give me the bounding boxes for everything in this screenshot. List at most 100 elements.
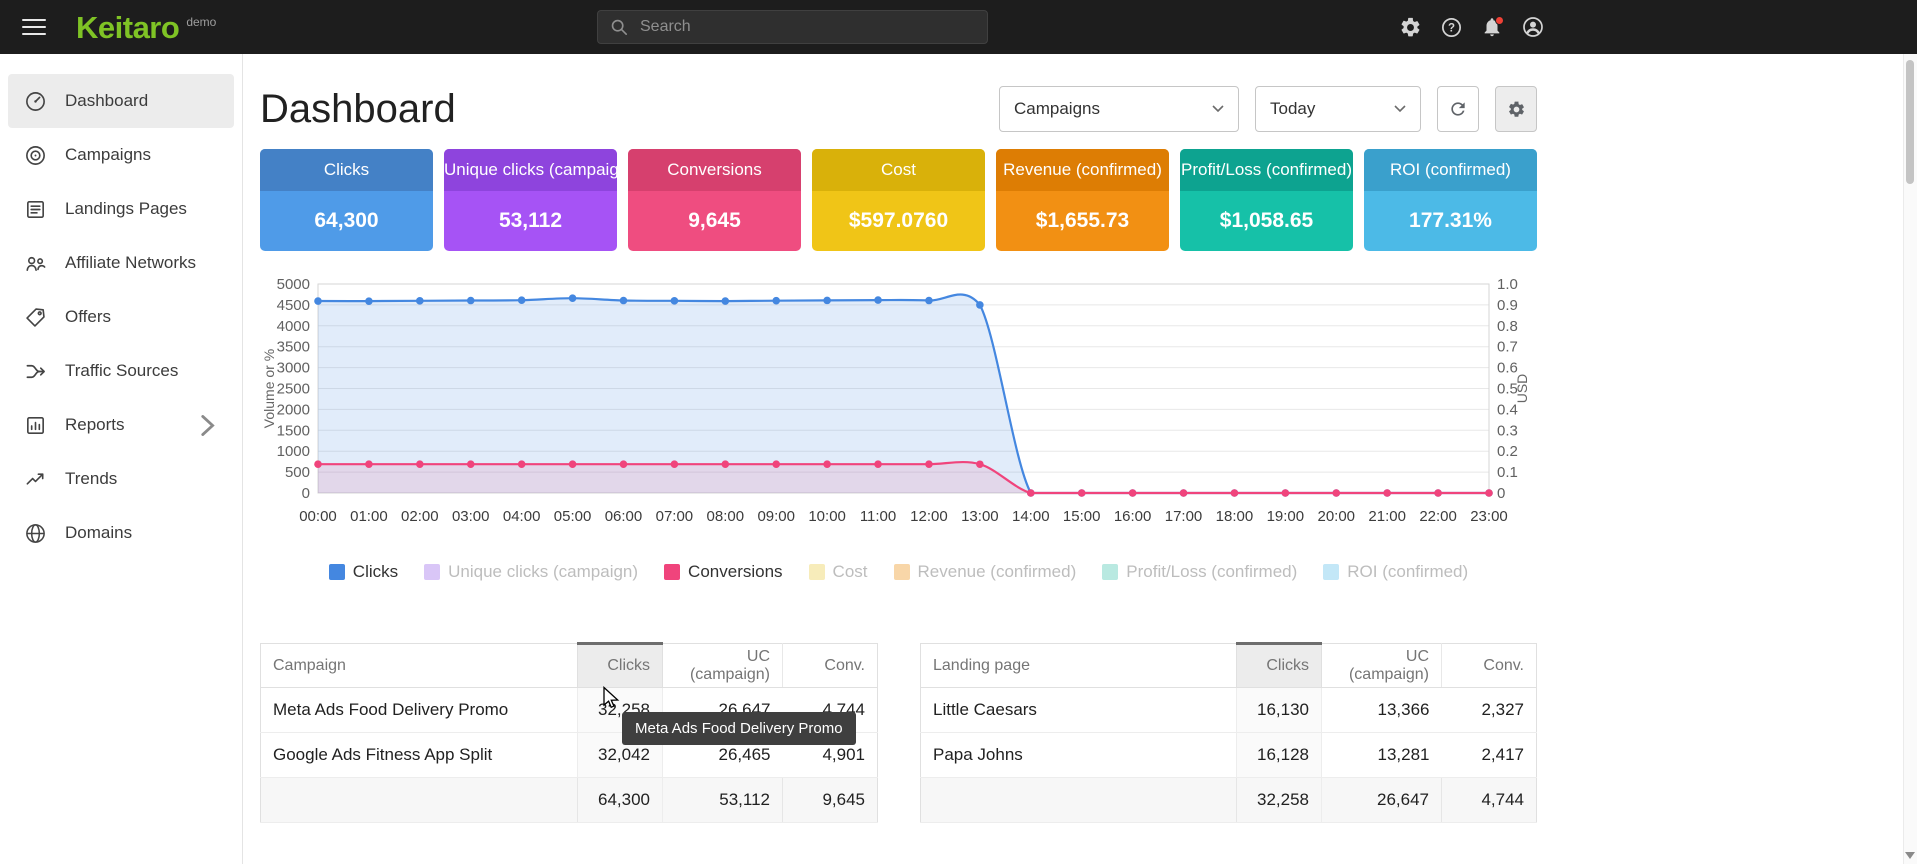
sidebar-item-reports[interactable]: Reports [8, 398, 234, 452]
x-axis-tick: 03:00 [452, 508, 490, 525]
column-header-clicks[interactable]: Clicks [578, 644, 663, 688]
metric-label: Profit/Loss (confirmed) [1180, 149, 1353, 191]
y2-axis-tick: 0.1 [1497, 464, 1518, 481]
legend-item-clicks[interactable]: Clicks [329, 562, 398, 582]
legend-label: Conversions [688, 562, 783, 582]
metric-card-revenue-confirmed[interactable]: Revenue (confirmed)$1,655.73 [996, 149, 1169, 251]
chart-canvas: 005000.110000.215000.320000.425000.53000… [260, 275, 1537, 545]
totals-row: 64,30053,1129,645 [261, 778, 878, 823]
metric-label: Conversions [628, 149, 801, 191]
legend-item-revenue-confirmed[interactable]: Revenue (confirmed) [894, 562, 1077, 582]
sidebar-item-campaigns[interactable]: Campaigns [8, 128, 234, 182]
data-point [772, 297, 780, 305]
scrollbar-thumb[interactable] [1906, 60, 1914, 184]
reports-icon [24, 414, 47, 437]
legend-swatch [894, 564, 910, 580]
data-point [416, 460, 424, 468]
x-axis-tick: 14:00 [1012, 508, 1050, 525]
data-point [1383, 489, 1391, 497]
column-header-campaign[interactable]: Campaign [261, 644, 578, 688]
sidebar-item-traffic-sources[interactable]: Traffic Sources [8, 344, 234, 398]
legend-item-conversions[interactable]: Conversions [664, 562, 783, 582]
table-row[interactable]: Little Caesars16,13013,3662,327 [921, 688, 1537, 733]
dashboard-icon [24, 90, 47, 113]
sidebar-item-trends[interactable]: Trends [8, 452, 234, 506]
data-point [314, 460, 322, 468]
metric-card-profit-loss-confirmed[interactable]: Profit/Loss (confirmed)$1,058.65 [1180, 149, 1353, 251]
sidebar-item-offers[interactable]: Offers [8, 290, 234, 344]
refresh-button[interactable] [1437, 86, 1479, 132]
legend-item-roi-confirmed[interactable]: ROI (confirmed) [1323, 562, 1468, 582]
grouping-select[interactable]: Campaigns [999, 86, 1239, 132]
data-point [620, 297, 628, 305]
table-row[interactable]: Papa Johns16,12813,2812,417 [921, 733, 1537, 778]
column-header-landing-page[interactable]: Landing page [921, 644, 1237, 688]
column-header-uc-campaign[interactable]: UC (campaign) [1322, 644, 1442, 688]
legend-label: Revenue (confirmed) [918, 562, 1077, 582]
metric-value: $597.0760 [812, 191, 985, 251]
chart-legend: Clicks Unique clicks (campaign) Conversion… [260, 558, 1537, 586]
y2-axis-tick: 0.7 [1497, 339, 1518, 356]
column-header-clicks[interactable]: Clicks [1237, 644, 1322, 688]
search-input[interactable] [638, 17, 975, 37]
legend-swatch [664, 564, 680, 580]
legend-item-unique-clicks-campaign[interactable]: Unique clicks (campaign) [424, 562, 638, 582]
sidebar-item-landings-pages[interactable]: Landings Pages [8, 182, 234, 236]
sidebar-item-affiliate-networks[interactable]: Affiliate Networks [8, 236, 234, 290]
scrollbar-down-arrow[interactable] [1905, 852, 1915, 859]
metric-card-roi-confirmed[interactable]: ROI (confirmed)177.31% [1364, 149, 1537, 251]
data-point [518, 460, 526, 468]
y2-axis-tick: 0.2 [1497, 443, 1518, 460]
x-axis-tick: 19:00 [1267, 508, 1305, 525]
sidebar-item-label: Reports [65, 415, 125, 435]
name-cell [921, 778, 1237, 823]
y2-axis-tick: 0.3 [1497, 422, 1518, 439]
name-cell[interactable]: Little Caesars [921, 688, 1237, 733]
affiliate-networks-icon [24, 252, 47, 275]
x-axis-tick: 08:00 [707, 508, 745, 525]
data-point [1180, 489, 1188, 497]
search-box[interactable] [597, 10, 988, 44]
menu-icon[interactable] [22, 14, 46, 40]
x-axis-tick: 02:00 [401, 508, 439, 525]
data-point [518, 296, 526, 304]
x-axis-tick: 07:00 [656, 508, 694, 525]
metric-card-unique-clicks-campaign[interactable]: Unique clicks (campaign)53,112 [444, 149, 617, 251]
scrollbar[interactable] [1903, 54, 1917, 864]
dashboard-settings-button[interactable] [1495, 86, 1537, 132]
sidebar-item-domains[interactable]: Domains [8, 506, 234, 560]
y-axis-tick: 4000 [277, 318, 310, 335]
traffic-chart: 005000.110000.215000.320000.425000.53000… [260, 275, 1537, 586]
metric-label: Cost [812, 149, 985, 191]
data-point [823, 297, 831, 305]
y-axis-tick: 3500 [277, 339, 310, 356]
landings-table: Landing pageClicksUC (campaign)Conv.Litt… [920, 642, 1537, 823]
name-cell[interactable]: Meta Ads Food Delivery Promo [261, 688, 578, 733]
data-point [416, 297, 424, 305]
legend-item-profit-loss-confirmed[interactable]: Profit/Loss (confirmed) [1102, 562, 1297, 582]
date-range-select[interactable]: Today [1255, 86, 1421, 132]
metric-card-clicks[interactable]: Clicks64,300 [260, 149, 433, 251]
column-header-uc-campaign[interactable]: UC (campaign) [663, 644, 783, 688]
column-header-conv[interactable]: Conv. [1442, 644, 1537, 688]
metric-card-cost[interactable]: Cost$597.0760 [812, 149, 985, 251]
column-header-conv[interactable]: Conv. [783, 644, 878, 688]
x-axis-tick: 13:00 [961, 508, 999, 525]
sidebar-item-label: Landings Pages [65, 199, 187, 219]
help-icon[interactable]: ? [1439, 15, 1463, 39]
legend-item-cost[interactable]: Cost [809, 562, 868, 582]
metric-card-conversions[interactable]: Conversions9,645 [628, 149, 801, 251]
logo[interactable]: Keitaro demo [76, 12, 216, 43]
traffic-sources-icon [24, 360, 47, 383]
data-point [365, 297, 373, 305]
bell-icon[interactable] [1480, 15, 1504, 39]
gear-icon[interactable] [1398, 15, 1422, 39]
account-icon[interactable] [1521, 15, 1545, 39]
data-point [1078, 489, 1086, 497]
x-axis-tick: 09:00 [757, 508, 795, 525]
name-cell[interactable]: Google Ads Fitness App Split [261, 733, 578, 778]
sidebar-item-label: Affiliate Networks [65, 253, 196, 273]
x-axis-tick: 05:00 [554, 508, 592, 525]
name-cell[interactable]: Papa Johns [921, 733, 1237, 778]
sidebar-item-dashboard[interactable]: Dashboard [8, 74, 234, 128]
